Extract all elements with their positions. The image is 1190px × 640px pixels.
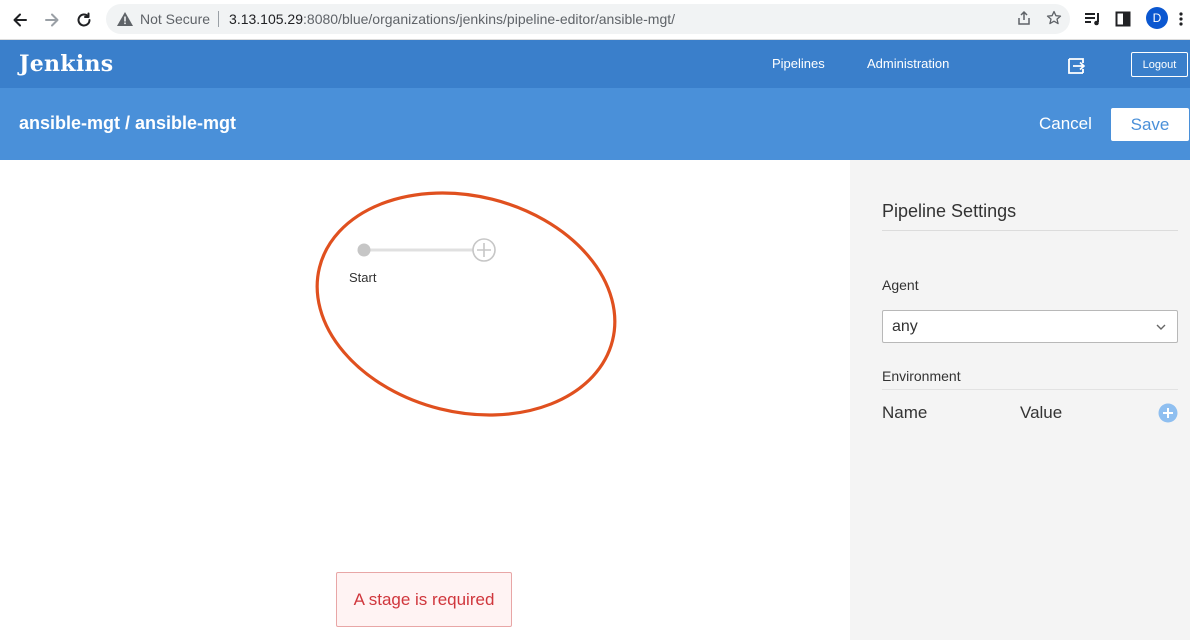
jenkins-logo[interactable]: Jenkins (19, 51, 113, 77)
url-path: :8080/blue/organizations/jenkins/pipelin… (303, 11, 676, 27)
nav-pipelines[interactable]: Pipelines (772, 56, 825, 71)
nav-administration[interactable]: Administration (867, 56, 949, 71)
security-label: Not Secure (140, 11, 211, 27)
add-environment-icon[interactable] (1158, 403, 1178, 423)
agent-value: any (892, 317, 918, 335)
stage-required-error: A stage is required (336, 572, 512, 627)
env-column-name: Name (882, 403, 928, 422)
media-queue-icon[interactable] (1082, 8, 1104, 30)
agent-label: Agent (882, 277, 919, 293)
annotation-ellipse (315, 191, 617, 417)
bookmark-star-icon[interactable] (1046, 10, 1062, 26)
cancel-button[interactable]: Cancel (1039, 114, 1092, 134)
pipeline-graph-canvas: Start A stage is required (0, 160, 850, 640)
start-node (357, 243, 371, 257)
exit-editor-icon[interactable] (1066, 55, 1088, 77)
reload-icon[interactable] (72, 8, 96, 32)
pipeline-settings-panel: Pipeline Settings Agent any Environment … (850, 160, 1190, 640)
back-arrow-icon[interactable] (8, 8, 32, 32)
browser-menu-icon[interactable] (1176, 8, 1186, 30)
env-column-value: Value (1020, 403, 1063, 422)
profile-avatar[interactable]: D (1146, 7, 1168, 29)
environment-label: Environment (882, 368, 961, 384)
forward-arrow-icon[interactable] (40, 8, 64, 32)
start-node-label: Start (349, 270, 377, 285)
address-bar[interactable]: Not Secure 3.13.105.29:8080/blue/organiz… (106, 4, 1070, 34)
settings-title: Pipeline Settings (882, 201, 1017, 221)
jenkins-header: Jenkins Pipelines Administration Logout (0, 40, 1190, 88)
share-icon[interactable] (1016, 10, 1032, 26)
warning-icon (117, 12, 133, 26)
browser-toolbar: Not Secure 3.13.105.29:8080/blue/organiz… (0, 0, 1190, 40)
pipeline-graph (315, 191, 617, 417)
chevron-down-icon (1156, 324, 1166, 330)
omnibox-divider (218, 11, 220, 27)
logout-button[interactable]: Logout (1131, 52, 1188, 77)
settings-divider (882, 230, 1178, 231)
editor-header: ansible-mgt / ansible-mgt Cancel Save (0, 88, 1190, 160)
side-panel-icon[interactable] (1112, 8, 1134, 30)
agent-select[interactable]: any (882, 310, 1178, 343)
environment-divider (882, 389, 1178, 390)
pipeline-title: ansible-mgt / ansible-mgt (19, 113, 237, 133)
save-button[interactable]: Save (1111, 108, 1189, 141)
add-stage-icon[interactable] (472, 238, 496, 262)
url-host: 3.13.105.29 (229, 11, 304, 27)
